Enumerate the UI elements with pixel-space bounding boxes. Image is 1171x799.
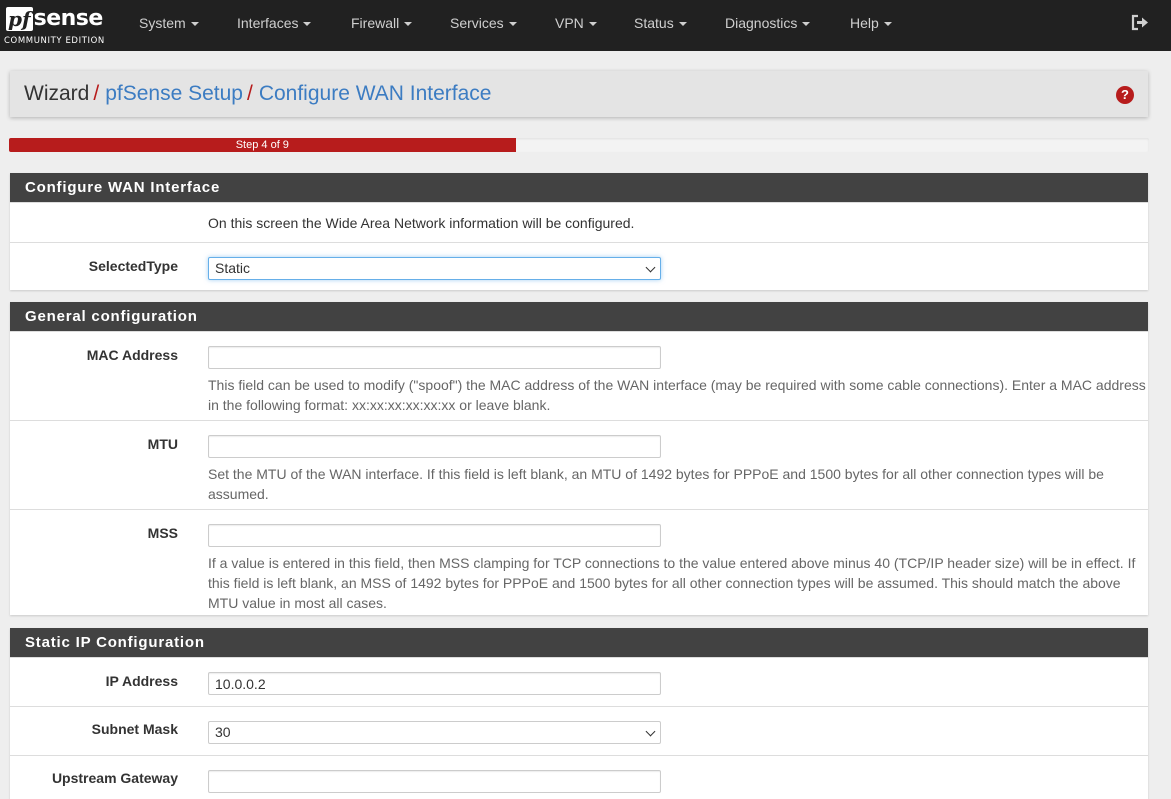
- wan-panel-title: Configure WAN Interface: [10, 173, 1148, 202]
- caret-down-icon: [883, 22, 892, 27]
- wizard-progress-bar: Step 4 of 9: [9, 138, 1149, 152]
- chevron-down-icon: [645, 262, 656, 273]
- selected-type-row: SelectedType Static: [10, 242, 1148, 290]
- logo-edition: COMMUNITY EDITION: [4, 36, 105, 46]
- subnet-mask-select[interactable]: 30: [208, 721, 661, 744]
- mac-address-input[interactable]: [208, 346, 661, 369]
- breadcrumb-pfsense-setup[interactable]: pfSense Setup: [105, 82, 243, 105]
- nav-diagnostics[interactable]: Diagnostics: [725, 0, 811, 47]
- nav-help-label: Help: [850, 15, 879, 31]
- nav-help[interactable]: Help: [850, 0, 892, 47]
- upstream-gateway-input[interactable]: [208, 770, 661, 793]
- static-ip-panel: Static IP Configuration IP Address Subne…: [10, 628, 1148, 799]
- nav-status-label: Status: [634, 15, 674, 31]
- nav-firewall-label: Firewall: [351, 15, 400, 31]
- nav-interfaces-label: Interfaces: [237, 15, 299, 31]
- selected-type-select[interactable]: Static: [208, 257, 661, 280]
- selected-type-label: SelectedType: [88, 258, 178, 274]
- ip-address-label: IP Address: [105, 673, 178, 689]
- mss-row: MSS If a value is entered in this field,…: [10, 509, 1148, 615]
- upstream-gateway-label: Upstream Gateway: [51, 770, 178, 786]
- mss-input[interactable]: [208, 524, 661, 547]
- nav-status[interactable]: Status: [634, 0, 687, 47]
- logo-pf: pf: [6, 7, 33, 31]
- breadcrumb-root: Wizard: [24, 82, 90, 105]
- breadcrumb-separator: /: [246, 82, 253, 105]
- breadcrumb: Wizard / pfSense Setup / Configure WAN Inter…: [10, 71, 1148, 117]
- pfsense-logo[interactable]: pf sense COMMUNITY EDITION: [4, 4, 110, 46]
- general-panel: General configuration MAC Address This f…: [10, 302, 1148, 615]
- caret-down-icon: [303, 22, 312, 27]
- mss-label: MSS: [147, 525, 178, 541]
- mtu-row: MTU Set the MTU of the WAN interface. If…: [10, 420, 1148, 509]
- logo-sense: sense: [33, 6, 104, 31]
- mtu-help: Set the MTU of the WAN interface. If thi…: [208, 466, 1104, 502]
- top-navbar: pf sense COMMUNITY EDITION System Interfa…: [0, 0, 1171, 51]
- caret-down-icon: [190, 22, 199, 27]
- nav-vpn-label: VPN: [555, 15, 584, 31]
- caret-down-icon: [588, 22, 597, 27]
- subnet-mask-label: Subnet Mask: [91, 721, 178, 737]
- breadcrumb-configure-wan[interactable]: Configure WAN Interface: [259, 82, 492, 105]
- intro-row: On this screen the Wide Area Network inf…: [10, 202, 1148, 242]
- sign-out-icon[interactable]: [1130, 13, 1150, 33]
- nav-vpn[interactable]: VPN: [555, 0, 597, 47]
- ip-address-row: IP Address: [10, 657, 1148, 706]
- caret-down-icon: [802, 22, 811, 27]
- general-panel-title: General configuration: [10, 302, 1148, 331]
- upstream-gateway-row: Upstream Gateway: [10, 755, 1148, 799]
- nav-interfaces[interactable]: Interfaces: [237, 0, 312, 47]
- progress-fill: Step 4 of 9: [9, 138, 516, 152]
- caret-down-icon: [508, 22, 517, 27]
- nav-firewall[interactable]: Firewall: [351, 0, 413, 47]
- nav-diagnostics-label: Diagnostics: [725, 15, 798, 31]
- nav-services[interactable]: Services: [450, 0, 517, 47]
- nav-system-label: System: [139, 15, 186, 31]
- caret-down-icon: [404, 22, 413, 27]
- mac-address-help: This field can be used to modify ("spoof…: [208, 377, 1146, 413]
- mac-address-label: MAC Address: [86, 347, 178, 363]
- mtu-label: MTU: [147, 436, 178, 452]
- breadcrumb-separator: /: [93, 82, 100, 105]
- ip-address-input[interactable]: [208, 672, 661, 695]
- chevron-down-icon: [645, 726, 656, 737]
- wan-intro-text: On this screen the Wide Area Network inf…: [208, 215, 635, 231]
- subnet-mask-value: 30: [215, 724, 231, 740]
- nav-system[interactable]: System: [139, 0, 199, 47]
- nav-services-label: Services: [450, 15, 504, 31]
- logo-wordmark: pf sense: [6, 4, 103, 34]
- mtu-input[interactable]: [208, 435, 661, 458]
- selected-type-value: Static: [215, 260, 251, 276]
- question-circle-icon[interactable]: ?: [1116, 86, 1134, 104]
- caret-down-icon: [678, 22, 687, 27]
- mac-row: MAC Address This field can be used to mo…: [10, 331, 1148, 420]
- mss-help: If a value is entered in this field, the…: [208, 555, 1136, 611]
- static-ip-panel-title: Static IP Configuration: [10, 628, 1148, 657]
- wan-panel: Configure WAN Interface On this screen t…: [10, 173, 1148, 290]
- subnet-mask-row: Subnet Mask 30: [10, 706, 1148, 755]
